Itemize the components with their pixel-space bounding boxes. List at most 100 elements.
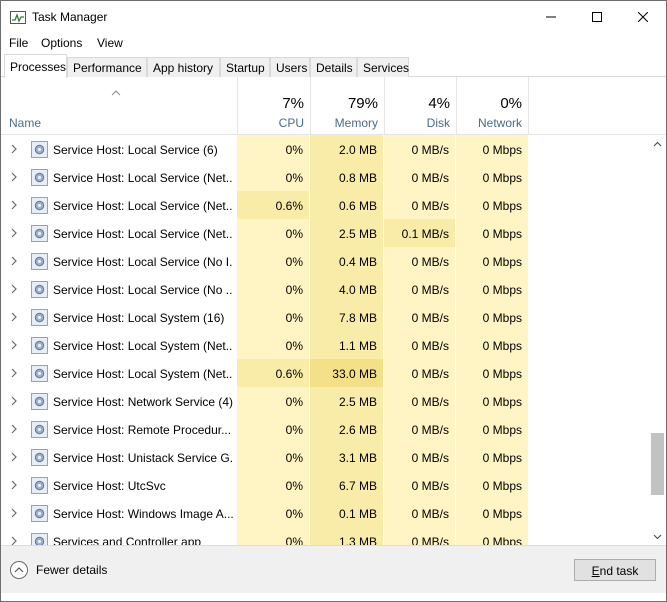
process-network: 0 Mbps [456,415,528,443]
service-gear-icon [31,141,48,158]
chevron-right-icon[interactable] [10,452,18,462]
process-row[interactable]: Service Host: Local Service (6) 0% 2.0 MB 0… [1,135,649,163]
process-cpu: 0% [237,135,309,163]
process-disk: 0 MB/s [384,191,455,219]
chevron-right-icon[interactable] [10,368,18,378]
menu-view[interactable]: View [97,36,123,50]
tab-processes[interactable]: Processes [4,54,67,78]
maximize-button[interactable] [574,1,620,33]
menu-options[interactable]: Options [41,36,82,50]
process-row[interactable]: Service Host: UtcSvc 0% 6.7 MB 0 MB/s 0 Mbps [1,471,649,499]
chevron-right-icon[interactable] [10,480,18,490]
chevron-right-icon[interactable] [10,340,18,350]
chevron-right-icon[interactable] [10,172,18,182]
process-name: Service Host: Local System (Net... [53,367,233,381]
tab-startup[interactable]: Startup [220,57,270,77]
process-memory: 3.1 MB [310,443,383,471]
process-name: Service Host: Local System (Net... [53,339,233,353]
process-disk: 0 MB/s [384,275,455,303]
process-network: 0 Mbps [456,331,528,359]
process-row[interactable]: Service Host: Network Service (4) 0% 2.5 M… [1,387,649,415]
end-task-accelerator: E [591,564,600,578]
process-disk: 0 MB/s [384,303,455,331]
scroll-down-button[interactable] [649,528,666,545]
column-disk[interactable]: 4% Disk [384,77,456,135]
tab-users[interactable]: Users [270,57,310,77]
tab-app-history[interactable]: App history [147,57,220,77]
chevron-down-icon [653,534,662,539]
minimize-icon [546,16,556,18]
process-row[interactable]: Services and Controller app 0% 1.3 MB 0 MB/… [1,527,649,545]
column-network[interactable]: 0% Network [456,77,529,135]
fewer-details-link[interactable]: Fewer details [36,563,107,577]
task-manager-window: Task Manager File Options View Processes… [0,0,667,602]
process-disk: 0 MB/s [384,499,455,527]
end-task-button[interactable]: End task [574,559,656,581]
chevron-right-icon[interactable] [10,312,18,322]
process-name: Service Host: Remote Procedur... [53,423,232,437]
vertical-scrollbar[interactable] [649,135,666,545]
cpu-column-label: CPU [278,116,304,130]
process-row[interactable]: Service Host: Local Service (Net... 0% 0.8… [1,163,649,191]
chevron-right-icon[interactable] [10,396,18,406]
service-gear-icon [31,225,48,242]
service-gear-icon [31,169,48,186]
process-disk: 0 MB/s [384,471,455,499]
close-button[interactable] [620,1,666,33]
process-row[interactable]: Service Host: Local System (16) 0% 7.8 MB 0… [1,303,649,331]
chevron-right-icon[interactable] [10,144,18,154]
process-memory: 2.5 MB [310,387,383,415]
column-cpu[interactable]: 7% CPU [237,77,310,135]
process-cpu: 0% [237,219,309,247]
process-name: Service Host: Local Service (6) [53,143,218,157]
tab-performance[interactable]: Performance [67,57,147,77]
process-row[interactable]: Service Host: Local Service (No I... 0% 0.… [1,247,649,275]
title-bar[interactable]: Task Manager [1,1,666,33]
chevron-right-icon[interactable] [10,536,18,545]
process-memory: 6.7 MB [310,471,383,499]
process-row[interactable]: Service Host: Local Service (No ... 0% 4.0… [1,275,649,303]
chevron-right-icon[interactable] [10,228,18,238]
fewer-details-icon[interactable] [10,561,28,579]
service-gear-icon [31,533,48,545]
process-cpu: 0% [237,163,309,191]
process-row[interactable]: Service Host: Local System (Net... 0% 1.1 … [1,331,649,359]
chevron-right-icon[interactable] [10,200,18,210]
column-header: Name 7% CPU 79% Memory 4% Disk 0% Networ… [1,77,666,135]
scroll-up-button[interactable] [649,135,666,152]
process-disk: 0 MB/s [384,387,455,415]
column-memory[interactable]: 79% Memory [310,77,384,135]
end-task-label: nd task [599,564,639,578]
process-row[interactable]: Service Host: Local System (Net... 0.6% 33… [1,359,649,387]
process-network: 0 Mbps [456,387,528,415]
footer-bar: Fewer details End task [1,545,666,593]
service-gear-icon [31,309,48,326]
process-memory: 33.0 MB [310,359,383,387]
service-gear-icon [31,337,48,354]
chevron-right-icon[interactable] [10,284,18,294]
chevron-right-icon[interactable] [10,256,18,266]
tab-details[interactable]: Details [310,57,357,77]
process-memory: 7.8 MB [310,303,383,331]
column-name[interactable]: Name [9,116,41,130]
chevron-right-icon[interactable] [10,508,18,518]
menu-file[interactable]: File [9,36,28,50]
process-cpu: 0% [237,387,309,415]
process-row[interactable]: Service Host: Windows Image A... 0% 0.1 MB… [1,499,649,527]
scrollbar-thumb[interactable] [651,433,664,495]
process-disk: 0 MB/s [384,163,455,191]
process-row[interactable]: Service Host: Remote Procedur... 0% 2.6 MB… [1,415,649,443]
sort-ascending-icon[interactable] [110,89,122,97]
minimize-button[interactable] [528,1,574,33]
process-memory: 2.0 MB [310,135,383,163]
process-memory: 2.6 MB [310,415,383,443]
tab-services[interactable]: Services [357,57,409,77]
process-memory: 0.6 MB [310,191,383,219]
process-disk: 0 MB/s [384,359,455,387]
chevron-right-icon[interactable] [10,424,18,434]
process-row[interactable]: Service Host: Unistack Service G... 0% 3.1… [1,443,649,471]
service-gear-icon [31,505,48,522]
cpu-total-percent: 7% [282,95,304,112]
process-row[interactable]: Service Host: Local Service (Net... 0% 2.5… [1,219,649,247]
process-row[interactable]: Service Host: Local Service (Net... 0.6% 0… [1,191,649,219]
